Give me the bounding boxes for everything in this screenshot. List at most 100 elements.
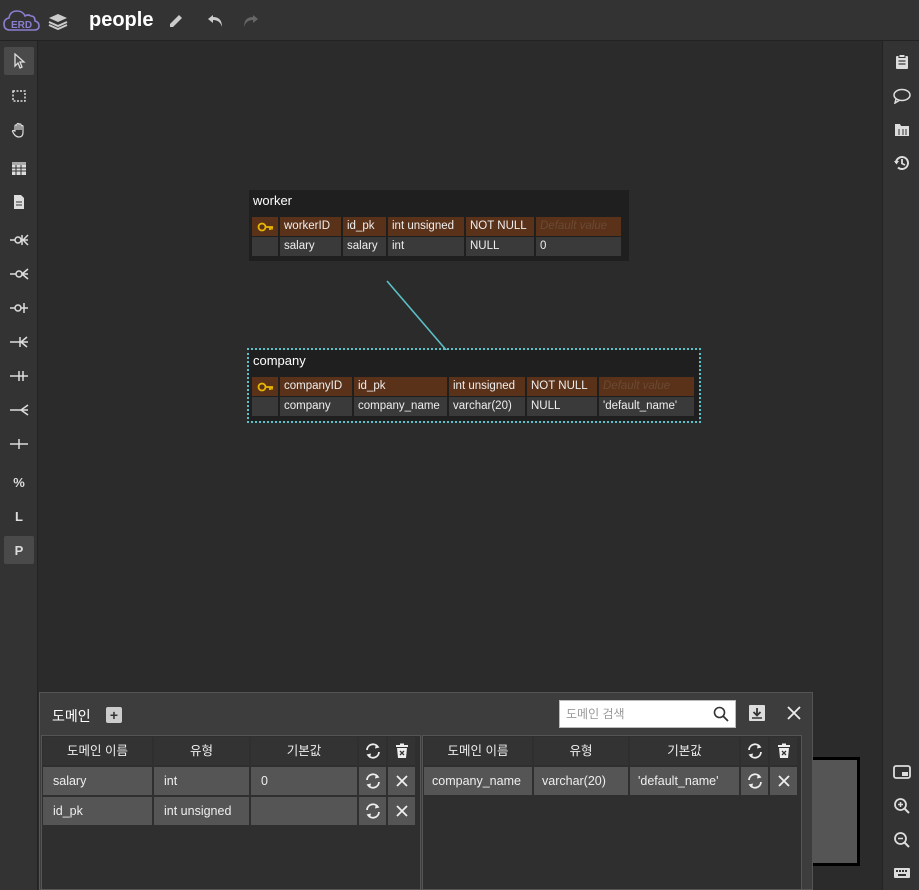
sync-all-icon[interactable] [359, 737, 386, 765]
column-name[interactable]: company [280, 397, 352, 416]
l-letter-icon[interactable]: L [4, 502, 34, 530]
grid-header: 도메인 이름 유형 기본값 [43, 737, 415, 765]
hand-icon[interactable] [4, 116, 34, 144]
domain-type-cell[interactable]: int [154, 767, 249, 795]
domain-type-cell[interactable]: varchar(20) [534, 767, 628, 795]
relation-n-icon[interactable] [4, 396, 34, 424]
delete-all-icon[interactable] [388, 737, 415, 765]
header-default: 기본값 [251, 737, 357, 765]
keyboard-icon[interactable] [889, 861, 915, 887]
domain-row[interactable]: id_pk int unsigned [43, 797, 415, 825]
delete-row-icon[interactable] [388, 797, 415, 825]
column-type[interactable]: int unsigned [449, 377, 525, 396]
column-type[interactable]: int [388, 237, 464, 256]
key-cell [252, 237, 278, 256]
domain-default-cell[interactable]: 'default_name' [630, 767, 739, 795]
domain-row[interactable]: company_name varchar(20) 'default_name' [424, 767, 797, 795]
page-title: people [89, 9, 154, 31]
close-panel-icon[interactable] [782, 701, 806, 725]
undo-icon[interactable] [205, 10, 227, 32]
pointer-icon[interactable] [4, 47, 34, 75]
zoom-in-icon[interactable] [889, 793, 915, 819]
right-toolbar [882, 41, 919, 890]
column-row[interactable]: companyID id_pk int unsigned NOT NULL De… [252, 377, 694, 396]
domain-grid-left: 도메인 이름 유형 기본값 salary int 0 id_pk int uns… [41, 735, 421, 890]
column-type[interactable]: varchar(20) [449, 397, 525, 416]
column-default[interactable]: Default value [536, 217, 621, 236]
column-domain[interactable]: id_pk [343, 217, 386, 236]
history-icon[interactable] [889, 150, 915, 176]
column-nullable[interactable]: NOT NULL [527, 377, 597, 396]
p-letter-icon[interactable]: P [4, 536, 34, 564]
sql-icon[interactable] [889, 116, 915, 142]
delete-row-icon[interactable] [388, 767, 415, 795]
header-default: 기본값 [630, 737, 739, 765]
column-row[interactable]: company company_name varchar(20) NULL 'd… [252, 397, 694, 416]
column-default[interactable]: Default value [599, 377, 694, 396]
zoom-out-icon[interactable] [889, 827, 915, 853]
comment-icon[interactable] [889, 83, 915, 109]
column-nullable[interactable]: NULL [527, 397, 597, 416]
domain-search-box[interactable] [559, 700, 736, 728]
edit-title-icon[interactable] [165, 10, 187, 32]
primary-key-icon [252, 217, 278, 236]
column-row[interactable]: salary salary int NULL 0 [252, 237, 621, 256]
relation-zero-one-icon[interactable] [4, 294, 34, 322]
table-icon[interactable] [4, 154, 34, 182]
sync-row-icon[interactable] [359, 797, 386, 825]
sync-row-icon[interactable] [741, 767, 768, 795]
column-default[interactable]: 'default_name' [599, 397, 694, 416]
domain-name-cell[interactable]: id_pk [43, 797, 152, 825]
header-type: 유형 [154, 737, 249, 765]
column-domain[interactable]: company_name [354, 397, 447, 416]
search-icon[interactable] [712, 705, 730, 723]
memo-icon[interactable] [4, 188, 34, 216]
svg-text:ERD: ERD [11, 20, 32, 31]
top-bar: ERD people [0, 0, 919, 41]
header-domain-name: 도메인 이름 [424, 737, 532, 765]
select-rect-icon[interactable] [4, 82, 34, 110]
column-name[interactable]: companyID [280, 377, 352, 396]
relation-zero-n-icon[interactable] [4, 260, 34, 288]
clipboard-icon[interactable] [889, 49, 915, 75]
domain-type-cell[interactable]: int unsigned [154, 797, 249, 825]
minimap[interactable] [811, 757, 860, 866]
redo-icon[interactable] [239, 10, 261, 32]
column-row[interactable]: workerID id_pk int unsigned NOT NULL Def… [252, 217, 621, 236]
table-name[interactable]: company [253, 353, 306, 368]
grid-header: 도메인 이름 유형 기본값 [424, 737, 797, 765]
domain-search-input[interactable] [566, 705, 706, 723]
domain-row[interactable]: salary int 0 [43, 767, 415, 795]
relation-zero-one-n-icon[interactable] [4, 226, 34, 254]
column-type[interactable]: int unsigned [388, 217, 464, 236]
relation-one-one-icon[interactable] [4, 362, 34, 390]
column-name[interactable]: salary [280, 237, 341, 256]
column-default[interactable]: 0 [536, 237, 621, 256]
column-domain[interactable]: salary [343, 237, 386, 256]
sync-all-icon[interactable] [741, 737, 768, 765]
relation-one-n-icon[interactable] [4, 328, 34, 356]
header-type: 유형 [534, 737, 628, 765]
delete-all-icon[interactable] [770, 737, 797, 765]
table-company[interactable]: company companyID id_pk int unsigned NOT… [247, 348, 701, 423]
column-nullable[interactable]: NULL [466, 237, 534, 256]
domain-default-cell[interactable]: 0 [251, 767, 357, 795]
left-toolbar: % L P [0, 41, 38, 890]
column-nullable[interactable]: NOT NULL [466, 217, 534, 236]
domain-default-cell[interactable] [251, 797, 357, 825]
column-domain[interactable]: id_pk [354, 377, 447, 396]
percent-icon[interactable]: % [4, 468, 34, 496]
domain-name-cell[interactable]: salary [43, 767, 152, 795]
column-name[interactable]: workerID [280, 217, 341, 236]
import-domain-icon[interactable] [745, 701, 769, 725]
domain-name-cell[interactable]: company_name [424, 767, 532, 795]
relation-one-icon[interactable] [4, 430, 34, 458]
minimap-toggle-icon[interactable] [889, 759, 915, 785]
layers-icon[interactable] [47, 10, 69, 32]
add-domain-button[interactable]: + [106, 707, 122, 723]
table-name[interactable]: worker [253, 193, 292, 208]
delete-row-icon[interactable] [770, 767, 797, 795]
erd-logo-icon: ERD [2, 6, 40, 36]
sync-row-icon[interactable] [359, 767, 386, 795]
table-worker[interactable]: worker workerID id_pk int unsigned NOT N… [249, 190, 629, 261]
